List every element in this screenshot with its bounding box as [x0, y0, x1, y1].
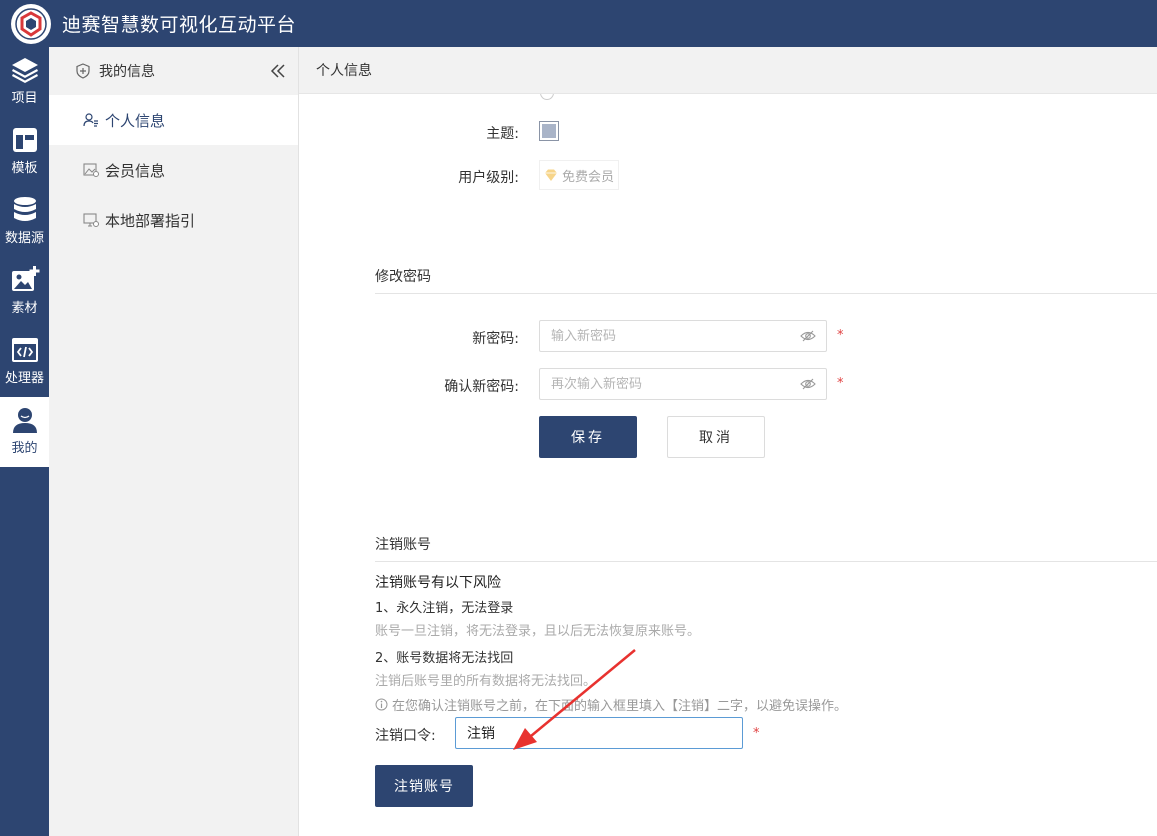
deactivate-code-input[interactable] [455, 717, 743, 749]
rail-label: 项目 [11, 91, 38, 106]
rail-item-materials[interactable]: 素材 [0, 257, 49, 327]
sidebar-header: 我的信息 [49, 47, 298, 95]
icon-rail: 项目 模板 数据源 素材 处理器 我的 [0, 47, 49, 836]
risk2-title: 2、账号数据将无法找回 [375, 651, 514, 666]
collapse-double-chevron-icon[interactable] [268, 61, 288, 81]
risk1-title: 1、永久注销，无法登录 [375, 601, 514, 616]
deactivate-code-label: 注销口令: [375, 728, 436, 744]
image-add-icon [11, 266, 39, 291]
user-level-badge: 免费会员 [539, 160, 620, 190]
deactivate-title: 注销账号 [375, 537, 431, 553]
rail-item-projects[interactable]: 项目 [0, 47, 49, 117]
theme-label: 主题: [486, 126, 519, 142]
deactivate-hint: 在您确认注销账号之前，在下面的输入框里填入【注销】二字，以避免误操作。 [375, 695, 847, 714]
app-title: 迪赛智慧数可视化互动平台 [62, 14, 297, 36]
rail-item-processor[interactable]: 处理器 [0, 327, 49, 397]
top-header: 迪赛智慧数可视化互动平台 [0, 0, 1157, 47]
radio-button[interactable] [540, 94, 554, 100]
sidebar-item-local-deploy[interactable]: 本地部署指引 [49, 195, 298, 245]
new-password-input[interactable] [539, 320, 827, 352]
user-level-label: 用户级别: [458, 170, 519, 186]
picture-card-icon [83, 163, 99, 177]
hint-text: 在您确认注销账号之前，在下面的输入框里填入【注销】二字，以避免误操作。 [392, 699, 848, 714]
divider [375, 561, 1157, 562]
rail-label: 模板 [11, 161, 38, 176]
sidebar-item-membership[interactable]: 会员信息 [49, 145, 298, 195]
confirm-password-input[interactable] [539, 368, 827, 400]
deactivate-account-button[interactable]: 注销账号 [375, 765, 473, 807]
required-mark: * [837, 328, 844, 343]
user-icon [12, 408, 37, 433]
monitor-icon [83, 213, 99, 227]
rail-label: 数据源 [4, 231, 44, 246]
rail-label: 处理器 [4, 371, 44, 386]
eye-off-icon[interactable] [800, 328, 816, 344]
risk-title: 注销账号有以下风险 [375, 575, 501, 591]
sidebar-header-label: 我的信息 [99, 64, 155, 80]
layers-icon [11, 58, 38, 83]
risk1-desc: 账号一旦注销，将无法登录，且以后无法恢复原来账号。 [375, 624, 701, 639]
rail-label: 我的 [11, 441, 38, 456]
eye-off-icon[interactable] [800, 376, 816, 392]
logo-icon [15, 7, 47, 40]
rail-item-templates[interactable]: 模板 [0, 117, 49, 187]
sidebar-item-label: 个人信息 [105, 111, 166, 130]
new-password-label: 新密码: [472, 331, 519, 347]
change-password-title: 修改密码 [375, 269, 431, 285]
divider [375, 293, 1157, 294]
info-icon [375, 698, 388, 711]
theme-swatch[interactable] [539, 121, 559, 141]
sidebar: 我的信息 个人信息 会员信息 本地部署指引 [49, 47, 299, 836]
code-window-icon [11, 338, 38, 362]
cancel-button[interactable]: 取消 [667, 416, 765, 458]
required-mark: * [837, 376, 844, 391]
required-mark: * [753, 726, 760, 741]
main-content: 主题: 用户级别: 免费会员 修改密码 新密码: * 确认新密码: * 保存 取… [299, 94, 1157, 836]
database-icon [13, 197, 36, 221]
sidebar-item-label: 会员信息 [105, 161, 166, 180]
rail-label: 素材 [11, 301, 38, 316]
user-card-icon [83, 113, 98, 127]
confirm-password-label: 确认新密码: [444, 379, 519, 395]
sidebar-item-label: 本地部署指引 [105, 211, 196, 230]
rail-item-mine[interactable]: 我的 [0, 397, 49, 467]
app-logo[interactable] [11, 3, 51, 44]
risk2-desc: 注销后账号里的所有数据将无法找回。 [375, 674, 597, 689]
save-button[interactable]: 保存 [539, 416, 637, 458]
shield-plus-icon [76, 63, 90, 79]
theme-swatch-fill [542, 124, 556, 138]
user-level-value: 免费会员 [562, 169, 615, 185]
sidebar-item-personal-info[interactable]: 个人信息 [49, 95, 298, 145]
diamond-icon [545, 169, 557, 181]
rail-item-datasource[interactable]: 数据源 [0, 187, 49, 257]
template-icon [12, 128, 37, 152]
breadcrumb: 个人信息 [299, 47, 1157, 94]
